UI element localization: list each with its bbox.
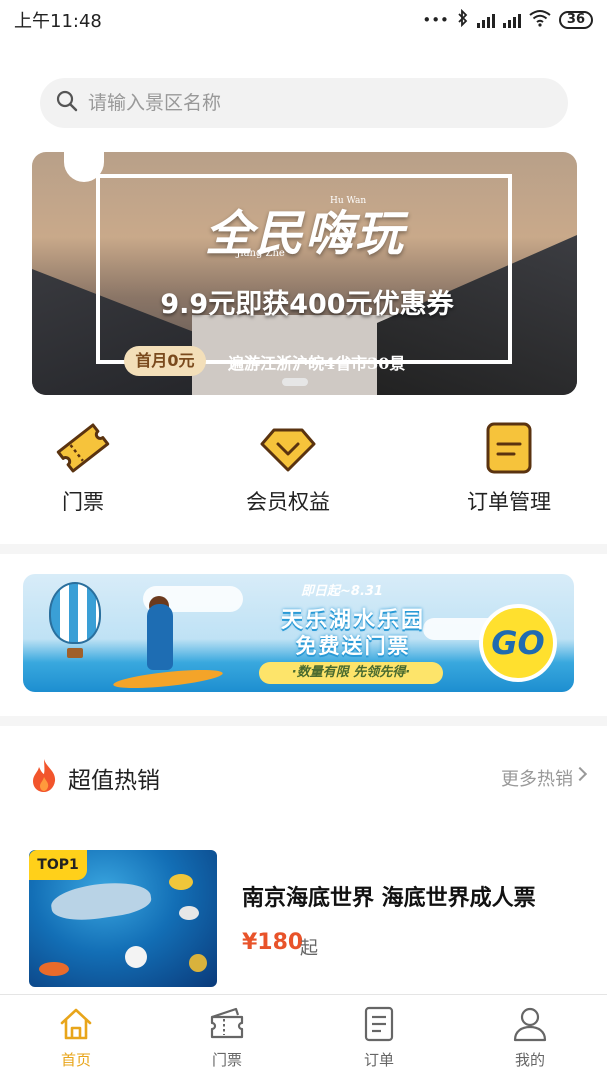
fish-shape <box>169 874 193 890</box>
section-divider <box>0 716 607 726</box>
tab-profile[interactable]: 我的 <box>480 1005 580 1070</box>
hero-banner[interactable]: Hu Wan 全民嗨玩 · Jiang Zhe · 9.9元即获400元优惠券 … <box>32 152 577 395</box>
home-icon <box>57 1005 95 1043</box>
status-bar: 上午11:48 ••• 36 <box>0 0 607 40</box>
tab-label: 订单 <box>363 1051 394 1069</box>
more-dots-icon: ••• <box>422 11 449 29</box>
signal-icon <box>476 12 495 28</box>
section-divider <box>0 544 607 554</box>
category-membership[interactable]: 会员权益 <box>218 420 358 516</box>
category-orders[interactable]: 订单管理 <box>439 420 579 516</box>
hot-air-balloon-icon <box>49 582 101 644</box>
ticket-icon <box>208 1005 246 1043</box>
product-price: ¥180 <box>242 930 304 955</box>
category-grid: 门票 会员权益 订单管理 <box>0 420 607 530</box>
flame-icon <box>30 757 58 793</box>
wifi-icon <box>529 9 551 31</box>
category-tickets[interactable]: 门票 <box>13 420 153 516</box>
category-label: 订单管理 <box>467 490 551 514</box>
promo-date: 即日起~8.31 <box>301 584 383 599</box>
search-icon <box>56 90 78 116</box>
carousel-indicator[interactable] <box>282 378 308 386</box>
bluetooth-icon <box>457 8 469 31</box>
chevron-right-icon[interactable] <box>572 766 588 782</box>
go-button[interactable]: GO <box>479 604 557 682</box>
surfboard-icon <box>112 666 224 692</box>
fish-shape <box>39 962 69 976</box>
banner-subtitle: 遍游江浙沪皖4省市30景 <box>228 354 406 373</box>
category-label: 门票 <box>62 490 104 514</box>
ticket-icon <box>53 420 113 476</box>
product-card[interactable]: TOP1 南京海底世界 海底世界成人票 ¥180 起 <box>0 846 607 991</box>
section-title: 超值热销 <box>68 768 160 794</box>
tab-tickets[interactable]: 门票 <box>177 1005 277 1070</box>
banner-offer: 9.9元即获400元优惠券 <box>160 289 454 320</box>
fish-shape <box>125 946 147 968</box>
status-time: 上午11:48 <box>14 11 102 32</box>
more-hot-link[interactable]: 更多热销 <box>501 765 573 791</box>
surfer-figure <box>147 604 173 670</box>
fish-shape <box>179 906 199 920</box>
tab-orders[interactable]: 订单 <box>329 1005 429 1070</box>
banner-title: 全民嗨玩 <box>204 206 405 262</box>
tab-label: 首页 <box>60 1051 91 1069</box>
banner-badge: 首月0元 <box>124 346 206 376</box>
promo-subtitle: 免费送门票 <box>295 634 411 658</box>
category-label: 会员权益 <box>246 490 330 514</box>
banner-pinyin-bottom: · Jiang Zhe · <box>230 248 292 259</box>
battery-icon: 36 <box>558 11 593 29</box>
product-name: 南京海底世界 海底世界成人票 <box>242 886 536 911</box>
balloon-basket <box>67 648 83 658</box>
price-suffix: 起 <box>300 938 318 959</box>
order-icon <box>479 420 539 476</box>
tab-label: 我的 <box>514 1051 545 1069</box>
signal-icon-2 <box>502 12 521 28</box>
search-input[interactable] <box>88 92 528 114</box>
diamond-icon <box>258 420 318 476</box>
bottom-tab-bar: 首页 门票 订单 我的 <box>0 994 607 1080</box>
rank-badge: TOP1 <box>29 850 87 880</box>
promo-note: ·数量有限 先领先得· <box>259 662 443 684</box>
tab-home[interactable]: 首页 <box>26 1005 126 1070</box>
hot-section-header: 超值热销 更多热销 <box>0 745 607 805</box>
tab-label: 门票 <box>211 1051 242 1069</box>
order-icon <box>360 1005 398 1043</box>
promo-banner[interactable]: 即日起~8.31 天乐湖水乐园 免费送门票 ·数量有限 先领先得· GO <box>23 574 574 692</box>
fish-shape <box>189 954 207 972</box>
shark-shape <box>49 877 153 925</box>
status-icons: ••• 36 <box>422 8 593 31</box>
user-icon <box>511 1005 549 1043</box>
search-bar[interactable] <box>40 78 568 128</box>
